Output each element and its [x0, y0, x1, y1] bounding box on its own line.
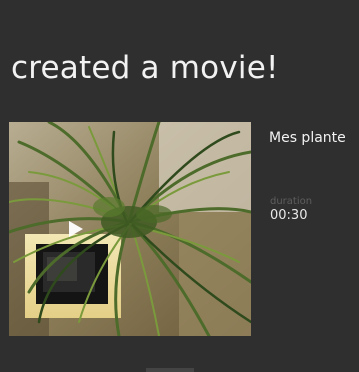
movie-created-panel: created a movie! Mes plante duration 00:… [0, 0, 359, 372]
movie-thumbnail[interactable] [9, 122, 251, 336]
movie-name: Mes plante [269, 130, 346, 146]
duration-label: duration [270, 196, 313, 207]
play-icon[interactable] [68, 220, 84, 238]
duration-value: 00:30 [270, 208, 308, 223]
bottom-button-edge[interactable] [146, 368, 194, 372]
movie-thumbnail-image [9, 122, 251, 336]
page-title: created a movie! [11, 50, 279, 86]
